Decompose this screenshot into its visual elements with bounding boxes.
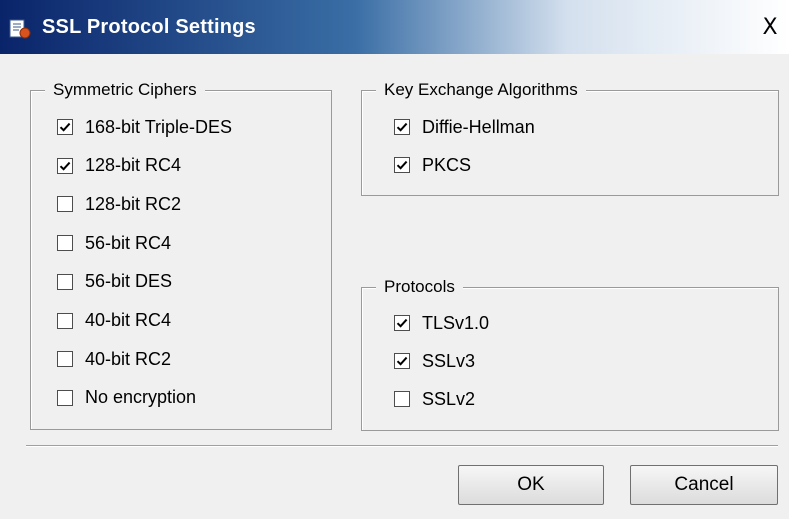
option-128-bit-rc2[interactable]: 128-bit RC2 [57,191,181,217]
option-label: No encryption [85,387,197,408]
option-pkcs[interactable]: PKCS [394,152,471,178]
option-label: 168-bit Triple-DES [85,116,233,137]
option-sslv2[interactable]: SSLv2 [394,386,475,412]
option-sslv3[interactable]: SSLv3 [394,348,475,374]
checkbox-168-bit-triple-des[interactable] [57,119,73,135]
check-mark-icon [396,356,408,366]
check-mark-icon [396,160,408,170]
checkbox-56-bit-rc4[interactable] [57,235,73,252]
check-mark-icon [396,122,408,132]
checkbox-40-bit-rc2[interactable] [57,351,73,368]
checkbox-pkcs[interactable] [394,157,410,173]
checkbox-tlsv1-0[interactable] [394,315,410,331]
option-label: SSLv3 [422,350,476,371]
option-40-bit-rc2[interactable]: 40-bit RC2 [57,346,171,372]
check-mark-icon [396,318,408,328]
checkbox-40-bit-rc4[interactable] [57,312,73,329]
option-label: Diffie-Hellman [422,116,535,137]
close-button[interactable]: X [756,14,784,42]
app-icon [9,19,31,39]
checkbox-128-bit-rc2[interactable] [57,196,73,213]
checkbox-128-bit-rc4[interactable] [57,157,73,174]
cancel-button[interactable]: Cancel [630,465,778,505]
checkbox-no-encryption[interactable] [57,389,73,406]
option-label: 56-bit DES [85,271,173,292]
symmetric-ciphers-group: Symmetric Ciphers 168-bit Triple-DES 128-… [30,79,332,430]
option-label: SSLv2 [422,388,476,409]
key-exchange-group: Key Exchange Algorithms Diffie-Hellman PK… [361,79,779,196]
option-label: 40-bit RC2 [85,348,172,369]
checkbox-56-bit-des[interactable] [57,273,73,290]
option-128-bit-rc4[interactable]: 128-bit RC4 [57,153,181,179]
option-56-bit-des[interactable]: 56-bit DES [57,269,172,295]
check-mark-icon [59,161,71,171]
option-label: PKCS [422,154,472,175]
option-tlsv1-0[interactable]: TLSv1.0 [394,310,489,336]
check-mark-icon [59,122,71,132]
checkbox-diffie-hellman[interactable] [394,119,410,135]
option-168-bit-triple-des[interactable]: 168-bit Triple-DES [57,114,232,140]
checkbox-sslv2[interactable] [394,391,410,407]
option-diffie-hellman[interactable]: Diffie-Hellman [394,114,535,140]
separator [26,445,778,447]
option-label: 128-bit RC4 [85,155,182,176]
protocols-group: Protocols TLSv1.0 SSLv3 SSLv2 [361,276,779,431]
title-bar[interactable]: SSL Protocol Settings X [0,0,789,54]
option-label: 40-bit RC4 [85,310,172,330]
option-40-bit-rc4[interactable]: 40-bit RC4 [57,308,171,334]
checkbox-sslv3[interactable] [394,353,410,369]
option-no-encryption[interactable]: No encryption [57,385,196,411]
option-label: 56-bit RC4 [85,232,172,253]
option-label: 128-bit RC2 [85,193,182,214]
window-title: SSL Protocol Settings [42,16,256,38]
option-label: TLSv1.0 [422,312,490,333]
option-56-bit-rc4[interactable]: 56-bit RC4 [57,230,171,256]
ok-button[interactable]: OK [458,465,604,505]
